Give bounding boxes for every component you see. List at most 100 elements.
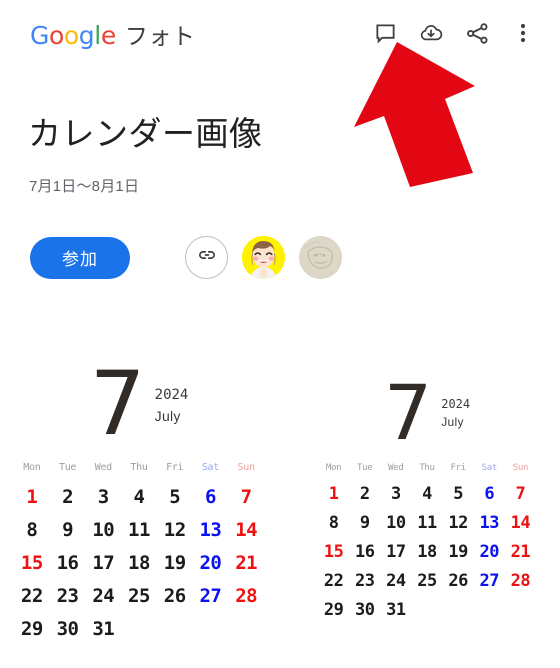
weekday-header: Fri: [166, 462, 184, 473]
calendar-day: 12: [163, 519, 186, 541]
calendar-day: 11: [128, 519, 150, 541]
calendar-day: 24: [92, 585, 115, 607]
calendar-day: [121, 618, 157, 640]
calendar-day: 11: [417, 513, 437, 533]
calendar-day: 17: [386, 542, 406, 562]
calendar-day: 25: [417, 571, 437, 591]
calendar-day: 13: [199, 519, 222, 541]
download-icon[interactable]: [408, 16, 454, 50]
weekday-header: Fri: [450, 463, 466, 473]
weekday-header: Sat: [481, 463, 498, 473]
calendar-day: 30: [56, 618, 79, 640]
calendar-day: 7: [515, 484, 526, 504]
calendar-day: 15: [323, 542, 344, 562]
calendar-day: 20: [479, 542, 500, 562]
calendar-month-name: July: [441, 415, 464, 430]
calendar-day: 26: [448, 571, 468, 591]
calendar-year: 2024: [441, 396, 471, 411]
calendar-day: 22: [20, 585, 43, 607]
calendar-day: 28: [235, 585, 258, 607]
google-logo-letter: o: [48, 21, 64, 50]
calendar-day: 18: [128, 552, 150, 574]
weekday-header: Tue: [58, 462, 77, 473]
calendar-day: 22: [323, 571, 344, 591]
link-icon: [196, 244, 218, 271]
calendar-day: 5: [169, 486, 181, 508]
calendar-day: 31: [92, 618, 115, 640]
page-title: カレンダー画像: [28, 115, 263, 152]
calendar-day: 13: [479, 513, 500, 533]
photo-calendar-left[interactable]: 7 2024 July Mon Tue Wed Thu Fri Sat Sun …: [14, 352, 264, 640]
calendar-day: [193, 618, 229, 640]
google-photos-album-screen: Google フォト カレンダー画像 7月1日〜8月1日 参加 7 2024 J…: [0, 0, 560, 668]
calendar-day: 4: [133, 486, 145, 508]
weekday-header: Tue: [357, 463, 373, 473]
weekday-header: Mon: [325, 463, 342, 473]
join-button[interactable]: 参加: [30, 236, 130, 279]
calendar-day: 26: [163, 585, 186, 607]
share-icon[interactable]: [454, 16, 500, 50]
calendar-day: 21: [510, 542, 531, 562]
calendar-day: 28: [510, 571, 531, 591]
app-name-label: フォト: [124, 23, 196, 49]
calendar-day: 3: [97, 486, 109, 508]
comment-icon[interactable]: [362, 16, 408, 50]
google-logo-letter: o: [63, 21, 79, 50]
app-brand: Google フォト: [30, 17, 195, 51]
calendar-day: 1: [26, 486, 38, 508]
calendar-day: 16: [56, 552, 79, 574]
weekday-header: Thu: [130, 462, 148, 473]
app-bar-actions: [362, 16, 546, 50]
album-action-row: 参加: [30, 236, 342, 279]
weekday-header: Wed: [94, 462, 112, 473]
calendar-day: 1: [328, 484, 339, 504]
calendar-day: 20: [199, 552, 222, 574]
calendar-day: 9: [359, 513, 370, 533]
annotation-arrow-icon: [340, 42, 485, 187]
calendar-day: [157, 618, 193, 640]
google-logo: Google: [30, 21, 116, 50]
calendar-day: 21: [235, 552, 258, 574]
calendar-header-text: 2024 July: [441, 395, 470, 444]
calendar-day: 23: [354, 571, 375, 591]
calendar-day: 4: [422, 484, 432, 504]
calendar-day: [411, 600, 442, 620]
more-icon[interactable]: [500, 16, 546, 50]
calendar-grid: Mon Tue Wed Thu Fri Sat Sun 1 2 3 4 5 6 …: [14, 462, 264, 640]
calendar-day: 8: [26, 519, 38, 541]
calendar-day: 31: [386, 600, 406, 620]
google-logo-letter: g: [78, 21, 95, 50]
calendar-day: 15: [20, 552, 43, 574]
weekday-header: Thu: [419, 463, 435, 473]
calendar-year: 2024: [154, 386, 189, 403]
calendar-grid: Mon Tue Wed Thu Fri Sat Sun 1 2 3 4 5 6 …: [318, 463, 536, 620]
calendar-month-number: 7: [89, 351, 146, 455]
calendar-day: [505, 600, 536, 620]
album-date-range: 7月1日〜8月1日: [29, 178, 140, 195]
avatar[interactable]: [299, 236, 342, 279]
app-bar: Google フォト: [0, 0, 560, 62]
avatar[interactable]: [242, 236, 285, 279]
copy-link-button[interactable]: [185, 236, 228, 279]
calendar-day: 7: [240, 486, 252, 508]
calendar-day: [474, 600, 505, 620]
calendar-day: 6: [204, 486, 216, 508]
calendar-month-name: July: [154, 408, 181, 425]
calendar-day: 8: [328, 513, 339, 533]
calendar-day: 14: [235, 519, 258, 541]
calendar-day: 19: [163, 552, 186, 574]
calendar-day: 19: [448, 542, 468, 562]
calendar-day: [443, 600, 474, 620]
google-logo-letter: e: [100, 21, 116, 50]
photo-calendar-right[interactable]: 7 2024 July Mon Tue Wed Thu Fri Sat Sun …: [318, 358, 536, 620]
calendar-day: 29: [323, 600, 344, 620]
calendar-day: [228, 618, 264, 640]
calendar-day: 16: [354, 542, 375, 562]
calendar-day: 18: [417, 542, 437, 562]
weekday-header: Sun: [512, 463, 529, 473]
calendar-day: 30: [354, 600, 375, 620]
calendar-day: 25: [128, 585, 150, 607]
calendar-day: 2: [359, 484, 370, 504]
calendar-day: 24: [386, 571, 406, 591]
calendar-header-text: 2024 July: [155, 385, 189, 440]
